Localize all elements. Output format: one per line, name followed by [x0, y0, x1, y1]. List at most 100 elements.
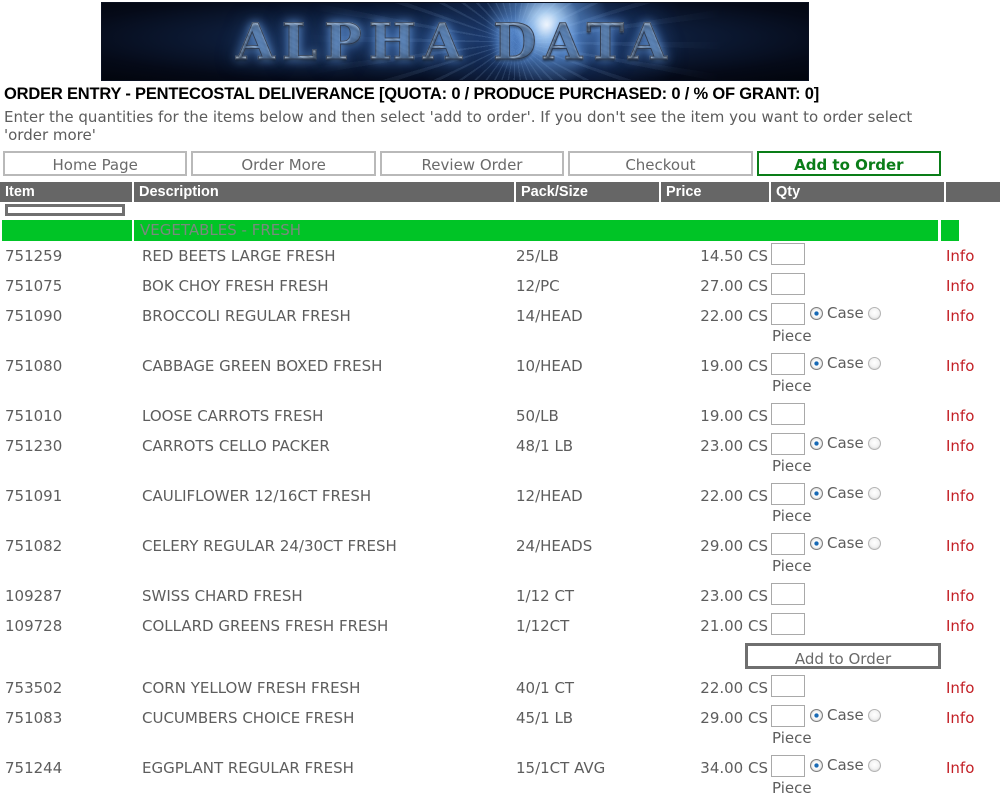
- cell-price: 22.00 CS: [700, 307, 768, 325]
- uom-selector: Case: [810, 756, 881, 774]
- table-row: 751082 CELERY REGULAR 24/30CT FRESH 24/HEA…: [0, 531, 1000, 581]
- qty-input[interactable]: [771, 533, 805, 555]
- piece-radio[interactable]: [867, 307, 881, 320]
- cell-pack-size: 15/1CT AVG: [516, 759, 606, 777]
- info-link[interactable]: Info: [946, 709, 974, 727]
- cell-description: CARROTS CELLO PACKER: [142, 437, 330, 455]
- cell-info: Info: [946, 241, 1000, 265]
- case-radio[interactable]: [810, 307, 823, 320]
- table-spacer-row: [0, 202, 1000, 219]
- column-header-item: Item: [0, 182, 134, 202]
- info-link[interactable]: Info: [946, 537, 974, 555]
- info-link[interactable]: Info: [946, 307, 974, 325]
- section-band-left-block: [2, 220, 132, 241]
- piece-radio[interactable]: [867, 357, 881, 370]
- home-page-button[interactable]: Home Page: [3, 151, 188, 176]
- table-row: 751010 LOOSE CARROTS FRESH 50/LB 19.00 CS In…: [0, 401, 1000, 431]
- table-row: 751083 CUCUMBERS CHOICE FRESH 45/1 LB 29.00…: [0, 703, 1000, 753]
- cell-price: 23.00 CS: [700, 587, 768, 605]
- case-label: Case: [827, 484, 864, 502]
- cell-info: Info: [946, 673, 1000, 697]
- qty-input[interactable]: [771, 483, 805, 505]
- cell-qty: [771, 581, 946, 605]
- qty-input[interactable]: [771, 243, 805, 265]
- qty-input[interactable]: [771, 433, 805, 455]
- cell-item: 751083: [5, 709, 63, 727]
- uom-selector: Case: [810, 354, 881, 372]
- banner-region: ALPHA DATA: [0, 0, 1000, 84]
- cell-qty: Case Piece: [771, 753, 946, 797]
- cell-price: 34.00 CS: [700, 759, 768, 777]
- info-link[interactable]: Info: [946, 759, 974, 777]
- cell-price: 22.00 CS: [700, 679, 768, 697]
- qty-input[interactable]: [771, 403, 805, 425]
- qty-input[interactable]: [771, 613, 805, 635]
- qty-input[interactable]: [771, 705, 805, 727]
- cell-info: Info: [946, 531, 1000, 555]
- qty-input[interactable]: [771, 755, 805, 777]
- piece-label: Piece: [772, 457, 812, 475]
- piece-radio[interactable]: [867, 537, 881, 550]
- info-link[interactable]: Info: [946, 587, 974, 605]
- cell-item: 751230: [5, 437, 63, 455]
- add-to-order-button-mid[interactable]: Add to Order: [745, 643, 941, 669]
- case-label: Case: [827, 534, 864, 552]
- cell-pack-size: 14/HEAD: [516, 307, 583, 325]
- case-radio[interactable]: [810, 357, 823, 370]
- column-header-description: Description: [134, 182, 516, 202]
- column-header-pack-size: Pack/Size: [516, 182, 661, 202]
- info-link[interactable]: Info: [946, 407, 974, 425]
- table-row: 109287 SWISS CHARD FRESH 1/12 CT 23.00 CS In…: [0, 581, 1000, 611]
- piece-label: Piece: [772, 557, 812, 575]
- case-radio[interactable]: [810, 487, 823, 500]
- piece-radio[interactable]: [867, 759, 881, 772]
- cell-info: Info: [946, 301, 1000, 325]
- column-header-price: Price: [661, 182, 771, 202]
- piece-label: Piece: [772, 377, 812, 395]
- qty-input[interactable]: [771, 273, 805, 295]
- review-order-button[interactable]: Review Order: [379, 151, 565, 176]
- cell-item: 109728: [5, 617, 63, 635]
- case-radio[interactable]: [810, 709, 823, 722]
- cell-pack-size: 50/LB: [516, 407, 559, 425]
- cell-qty: Case Piece: [771, 301, 946, 345]
- info-link[interactable]: Info: [946, 247, 974, 265]
- table-header-row: Item Description Pack/Size Price Qty: [0, 182, 1000, 202]
- case-radio[interactable]: [810, 437, 823, 450]
- table-row: 751075 BOK CHOY FRESH FRESH 12/PC 27.00 CS I…: [0, 271, 1000, 301]
- cell-description: LOOSE CARROTS FRESH: [142, 407, 324, 425]
- cell-description: CUCUMBERS CHOICE FRESH: [142, 709, 355, 727]
- info-link[interactable]: Info: [946, 617, 974, 635]
- cell-price: 21.00 CS: [700, 617, 768, 635]
- case-radio[interactable]: [810, 537, 823, 550]
- piece-radio[interactable]: [867, 709, 881, 722]
- cell-pack-size: 24/HEADS: [516, 537, 593, 555]
- piece-radio[interactable]: [867, 487, 881, 500]
- cell-description: RED BEETS LARGE FRESH: [142, 247, 336, 265]
- info-link[interactable]: Info: [946, 487, 974, 505]
- cell-qty: Case Piece: [771, 431, 946, 475]
- cell-item: 751090: [5, 307, 63, 325]
- info-link[interactable]: Info: [946, 357, 974, 375]
- cell-pack-size: 48/1 LB: [516, 437, 574, 455]
- case-radio[interactable]: [810, 759, 823, 772]
- uom-selector: Case: [810, 434, 881, 452]
- column-header-info: [946, 182, 1000, 202]
- info-link[interactable]: Info: [946, 679, 974, 697]
- table-row: 751259 RED BEETS LARGE FRESH 25/LB 14.50 CS…: [0, 241, 1000, 271]
- nav-button-bar: Home Page Order More Review Order Checko…: [0, 144, 944, 176]
- cell-description: BOK CHOY FRESH FRESH: [142, 277, 329, 295]
- cell-pack-size: 12/HEAD: [516, 487, 583, 505]
- piece-radio[interactable]: [867, 437, 881, 450]
- order-more-button[interactable]: Order More: [191, 151, 376, 176]
- piece-label: Piece: [772, 327, 812, 345]
- info-link[interactable]: Info: [946, 277, 974, 295]
- qty-input[interactable]: [771, 353, 805, 375]
- info-link[interactable]: Info: [946, 437, 974, 455]
- checkout-button[interactable]: Checkout: [568, 151, 753, 176]
- qty-input[interactable]: [771, 675, 805, 697]
- qty-input[interactable]: [771, 303, 805, 325]
- cell-qty: [771, 401, 946, 425]
- add-to-order-button-top[interactable]: Add to Order: [756, 151, 942, 176]
- qty-input[interactable]: [771, 583, 805, 605]
